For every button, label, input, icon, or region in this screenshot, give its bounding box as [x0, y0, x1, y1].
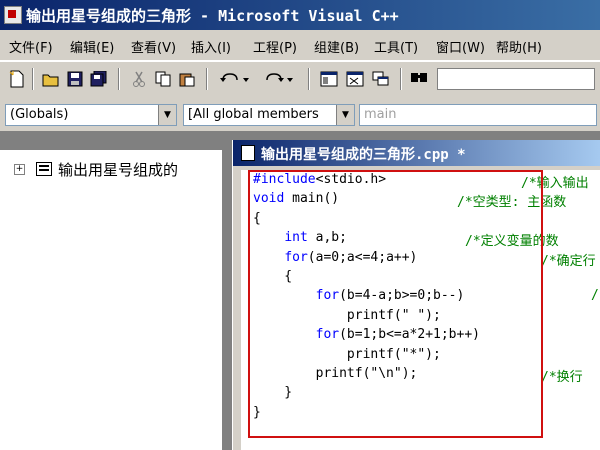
code-comment: /*定义变量的数: [465, 234, 559, 250]
editor-titlebar: 输出用星号组成的三角形.cpp *: [233, 140, 600, 166]
code-line: }: [253, 404, 261, 420]
open-folder-icon[interactable]: [40, 68, 62, 90]
code-line: for(b=1;b<=a*2+1;b++): [315, 327, 480, 343]
code-line: for(a=0;a<=4;a++): [284, 249, 418, 265]
code-comment: /*输入输出: [521, 176, 589, 191]
code-comment: /*确定行: [541, 253, 596, 269]
wizard-bar: (Globals) ▼ [All global members ▼ main: [0, 99, 600, 132]
code-line: #include<stdio.h>: [253, 172, 387, 187]
title-bar: 输出用星号组成的三角形 - Microsoft Visual C++: [0, 0, 600, 30]
members-dropdown[interactable]: [All global members ▼: [183, 104, 355, 126]
code-comment: /: [591, 288, 599, 304]
redo-icon[interactable]: [262, 68, 296, 90]
function-value: main: [364, 107, 397, 122]
new-file-icon[interactable]: [6, 68, 28, 90]
copy-icon[interactable]: [152, 68, 174, 90]
code-line: {: [253, 210, 261, 226]
chevron-down-icon[interactable]: ▼: [158, 105, 176, 125]
save-icon[interactable]: [64, 68, 86, 90]
code-line: printf("\n");: [253, 366, 418, 381]
output-icon[interactable]: [344, 68, 366, 90]
window-title: 输出用星号组成的三角形 - Microsoft Visual C++: [26, 7, 399, 25]
code-line: int a,b;: [284, 230, 347, 246]
menu-insert[interactable]: 插入(I): [191, 37, 231, 56]
menu-build[interactable]: 组建(B): [314, 37, 359, 56]
toolbar-separator: [206, 68, 208, 90]
code-editor[interactable]: #include<stdio.h> /*输入输出 void main() /*空类型:…: [241, 170, 600, 450]
app-icon: [4, 6, 22, 24]
window-list-icon[interactable]: [370, 68, 392, 90]
find-in-files-icon[interactable]: [408, 68, 430, 90]
toolbar-separator: [400, 68, 402, 90]
tree-expand-icon[interactable]: +: [14, 164, 25, 175]
code-line: }: [253, 385, 293, 401]
editor-window: 输出用星号组成的三角形.cpp * #include<stdio.h> /*输入输…: [232, 140, 600, 450]
code-comment: /*空类型: 主函数: [457, 195, 567, 211]
class-scope-value: (Globals): [10, 107, 69, 122]
find-input[interactable]: [437, 68, 595, 90]
standard-toolbar: [0, 61, 600, 100]
toolbar-separator: [308, 68, 310, 90]
code-line: for(b=4-a;b>=0;b--): [315, 288, 465, 304]
undo-icon[interactable]: [218, 68, 252, 90]
code-line: printf(" ");: [253, 307, 441, 323]
menu-bar: 文件(F) 编辑(E) 查看(V) 插入(I) 工程(P) 组建(B) 工具(T…: [0, 30, 600, 61]
chevron-down-icon[interactable]: ▼: [336, 105, 354, 125]
toolbar-separator: [32, 68, 34, 90]
document-title: 输出用星号组成的三角形.cpp *: [261, 147, 466, 163]
paste-icon[interactable]: [176, 68, 198, 90]
function-dropdown[interactable]: main: [359, 104, 597, 126]
menu-window[interactable]: 窗口(W): [436, 37, 485, 56]
menu-help[interactable]: 帮助(H): [496, 37, 542, 56]
workspace-tree-pane: + 输出用星号组成的: [0, 150, 223, 450]
document-icon: [241, 145, 255, 161]
save-all-icon[interactable]: [88, 68, 110, 90]
tree-item-project[interactable]: 输出用星号组成的: [58, 159, 178, 180]
menu-view[interactable]: 查看(V): [131, 37, 176, 56]
code-comment: /*换行: [541, 370, 583, 385]
menu-edit[interactable]: 编辑(E): [70, 37, 114, 56]
class-scope-dropdown[interactable]: (Globals) ▼: [5, 104, 177, 126]
cut-icon[interactable]: [128, 68, 150, 90]
toolbar-separator: [118, 68, 120, 90]
code-line: void main(): [253, 191, 340, 207]
code-line: printf("*");: [253, 346, 441, 362]
members-value: [All global members: [188, 107, 319, 122]
menu-tools[interactable]: 工具(T): [374, 37, 418, 56]
code-line: {: [253, 269, 293, 284]
menu-file[interactable]: 文件(F): [9, 37, 53, 56]
project-icon: [36, 162, 52, 176]
menu-project[interactable]: 工程(P): [253, 37, 297, 56]
workspace-icon[interactable]: [318, 68, 340, 90]
